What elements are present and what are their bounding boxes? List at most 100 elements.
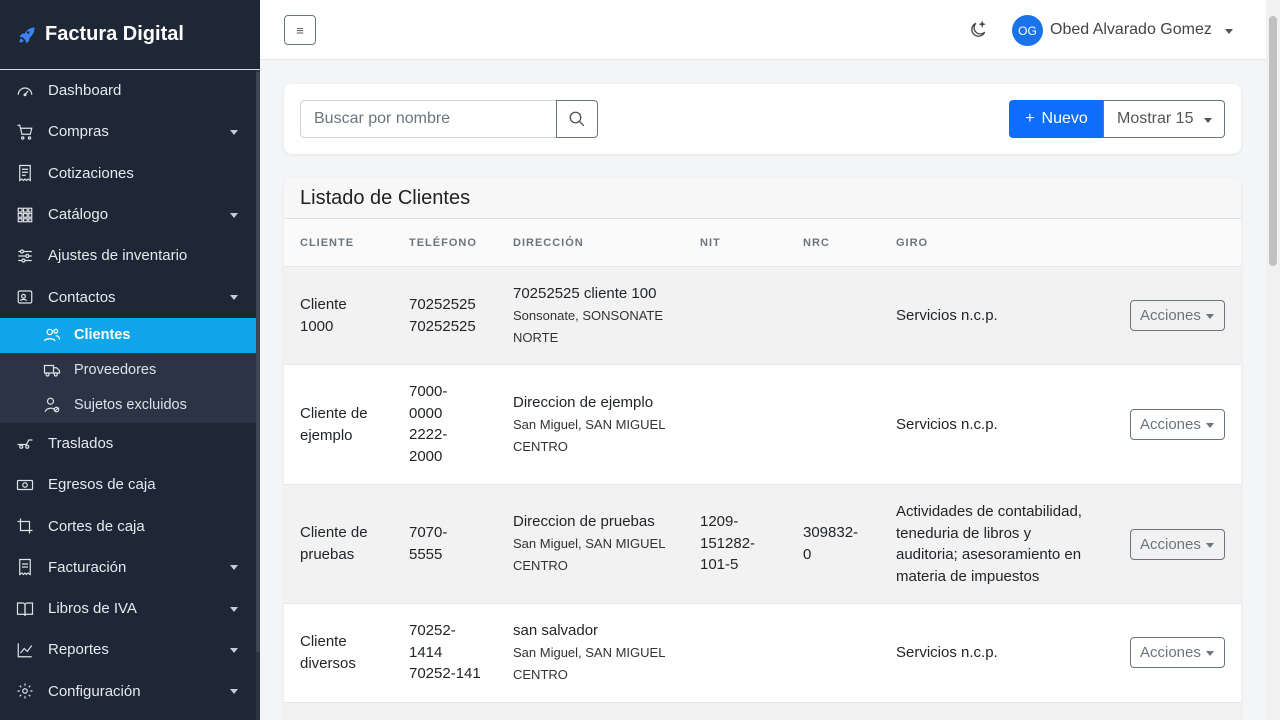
chevron-down-icon (230, 212, 238, 218)
cell-direccion: Direccion de ejemplo San Miguel, SAN MIG… (513, 392, 665, 458)
cell-telefono: 7000- 0000 2222- 2000 (409, 381, 447, 467)
cell-line: ejemplo (300, 426, 353, 444)
sidebar-item-ajustes-inventario[interactable]: Ajustes de inventario (0, 235, 260, 276)
sidebar-item-libros-iva[interactable]: Libros de IVA (0, 588, 260, 629)
menu-toggle-button[interactable]: ≡ (284, 15, 316, 45)
cell-line: 70252525 (409, 317, 476, 335)
actions-dropdown-button[interactable]: Acciones (1130, 409, 1225, 440)
chevron-down-icon (230, 647, 238, 653)
cell-telefono: 70252525 70252525 (409, 294, 476, 337)
cell-giro: Servicios n.c.p. (896, 305, 998, 327)
column-header-giro: GIRO (896, 237, 929, 249)
sidebar-subitem-label: Proveedores (74, 362, 157, 379)
theme-toggle-moon-icon[interactable] (968, 20, 988, 40)
cash-icon (16, 479, 34, 490)
clients-table-card: Listado de Clientes CLIENTE TELÉFONO DIR… (284, 178, 1241, 720)
cell-line: Servicios n.c.p. (896, 307, 998, 324)
cell-line: 70252-141 (409, 665, 481, 682)
chevron-down-icon (230, 689, 238, 695)
book-icon (16, 602, 34, 616)
actions-dropdown-button[interactable]: Acciones (1130, 637, 1225, 668)
chart-line-icon (17, 643, 33, 658)
user-menu-name[interactable]: Obed Alvarado Gomez (1050, 21, 1212, 39)
sidebar-item-traslados[interactable]: Traslados (0, 423, 260, 464)
brand[interactable]: Factura Digital (0, 0, 260, 70)
cell-line: Cliente (300, 296, 347, 313)
sidebar-item-compras[interactable]: Compras (0, 111, 260, 152)
cell-line: 1414 (409, 643, 443, 661)
cell-line: 101-5 (700, 556, 739, 573)
table-row: Cliente diversos 70252- 1414 70252-141 s… (284, 604, 1241, 703)
cell-line: Cliente (300, 633, 347, 650)
new-client-button[interactable]: + Nuevo (1009, 100, 1104, 138)
topbar: ≡ OG Obed Alvarado Gomez (260, 0, 1266, 60)
page-size-dropdown[interactable]: Mostrar 15 (1103, 100, 1225, 138)
table-row: Cliente 1000 70252525 70252525 70252525 … (284, 267, 1241, 365)
toolbar-card: + Nuevo Mostrar 15 (284, 84, 1241, 154)
cell-line: auditoria; asesoramiento en (896, 546, 1082, 563)
sidebar-item-egresos-caja[interactable]: Egresos de caja (0, 464, 260, 505)
cell-subline: CENTRO (513, 438, 568, 454)
cell-line: 0000 (409, 404, 443, 422)
sidebar-item-reportes[interactable]: Reportes (0, 629, 260, 670)
cell-subline: San Miguel, SAN MIGUEL (513, 644, 666, 660)
table-row: Cliente de ejemplo 7000- 0000 2222- 2000… (284, 365, 1241, 485)
sidebar-item-contactos[interactable]: Contactos (0, 276, 260, 317)
cell-line: 7070- (409, 524, 448, 541)
dolly-icon (17, 439, 33, 450)
search-input[interactable] (300, 100, 557, 138)
page-scrollbar-thumb[interactable] (1269, 16, 1277, 266)
sidebar-item-cortes-caja[interactable]: Cortes de caja (0, 505, 260, 546)
sidebar-item-facturacion[interactable]: Facturación (0, 547, 260, 588)
chevron-down-icon[interactable] (1225, 29, 1233, 34)
sidebar-item-label: Traslados (48, 434, 114, 452)
cell-line: Actividades de contabilidad, (896, 503, 1082, 520)
avatar[interactable]: OG (1012, 15, 1043, 46)
rocket-icon (19, 27, 35, 43)
sidebar-item-label: Egresos de caja (48, 476, 156, 494)
sidebar-item-cotizaciones[interactable]: Cotizaciones (0, 153, 260, 194)
sidebar-item-label: Libros de IVA (48, 600, 137, 618)
avatar-initials: OG (1018, 23, 1037, 38)
table-header: CLIENTE TELÉFONO DIRECCIÓN NIT NRC GIRO (284, 219, 1241, 267)
sidebar-subitem-clientes[interactable]: Clientes (0, 317, 256, 353)
sidebar-item-label: Ajustes de inventario (48, 247, 188, 265)
receipt-icon (19, 165, 31, 182)
chevron-down-icon (1206, 423, 1214, 428)
sidebar-scrollbar-thumb[interactable] (256, 72, 260, 652)
column-header-direccion: DIRECCIÓN (513, 237, 584, 249)
cell-line: materia de impuestos (896, 567, 1040, 585)
sidebar-item-configuracion[interactable]: Configuración (0, 671, 260, 712)
chevron-down-icon (230, 606, 238, 612)
search-button[interactable] (556, 100, 598, 138)
sidebar-item-dashboard[interactable]: Dashboard (0, 70, 260, 111)
sidebar-subitem-sujetos-excluidos[interactable]: Sujetos excluidos (0, 388, 260, 423)
actions-dropdown-button[interactable]: Acciones (1130, 529, 1225, 560)
grid-icon (17, 207, 33, 222)
chevron-down-icon (1206, 314, 1214, 319)
cell-line: 0 (803, 545, 812, 563)
chevron-down-icon (230, 565, 238, 571)
cell-telefono: 70252- 1414 70252-141 (409, 620, 481, 685)
actions-label: Acciones (1140, 644, 1201, 661)
cell-direccion: Direccion de pruebas San Miguel, SAN MIG… (513, 511, 665, 577)
page-size-label: Mostrar 15 (1117, 110, 1194, 127)
cell-line: 309832- (803, 524, 859, 541)
cell-line: 7000- (409, 383, 448, 400)
sliders-icon (18, 249, 32, 263)
column-header-nrc: NRC (803, 237, 830, 249)
page-title: Listado de Clientes (300, 186, 471, 209)
sidebar-item-catalogo[interactable]: Catálogo (0, 194, 260, 235)
gear-icon (17, 683, 33, 699)
cell-line: 151282- (700, 534, 756, 552)
sidebar-subitem-proveedores[interactable]: Proveedores (0, 353, 260, 388)
actions-dropdown-button[interactable]: Acciones (1130, 300, 1225, 331)
cell-nrc: 309832- 0 (803, 522, 858, 565)
sidebar-item-label: Reportes (48, 641, 109, 659)
cell-direccion: san salvador San Miguel, SAN MIGUEL CENT… (513, 620, 665, 686)
cell-line: 70252- (409, 622, 456, 639)
column-header-nit: NIT (700, 237, 721, 249)
sidebar-nav: Dashboard Compras Cotizaciones Catálogo … (0, 70, 260, 712)
sidebar-item-label: Catálogo (48, 206, 109, 224)
chevron-down-icon (230, 295, 238, 301)
